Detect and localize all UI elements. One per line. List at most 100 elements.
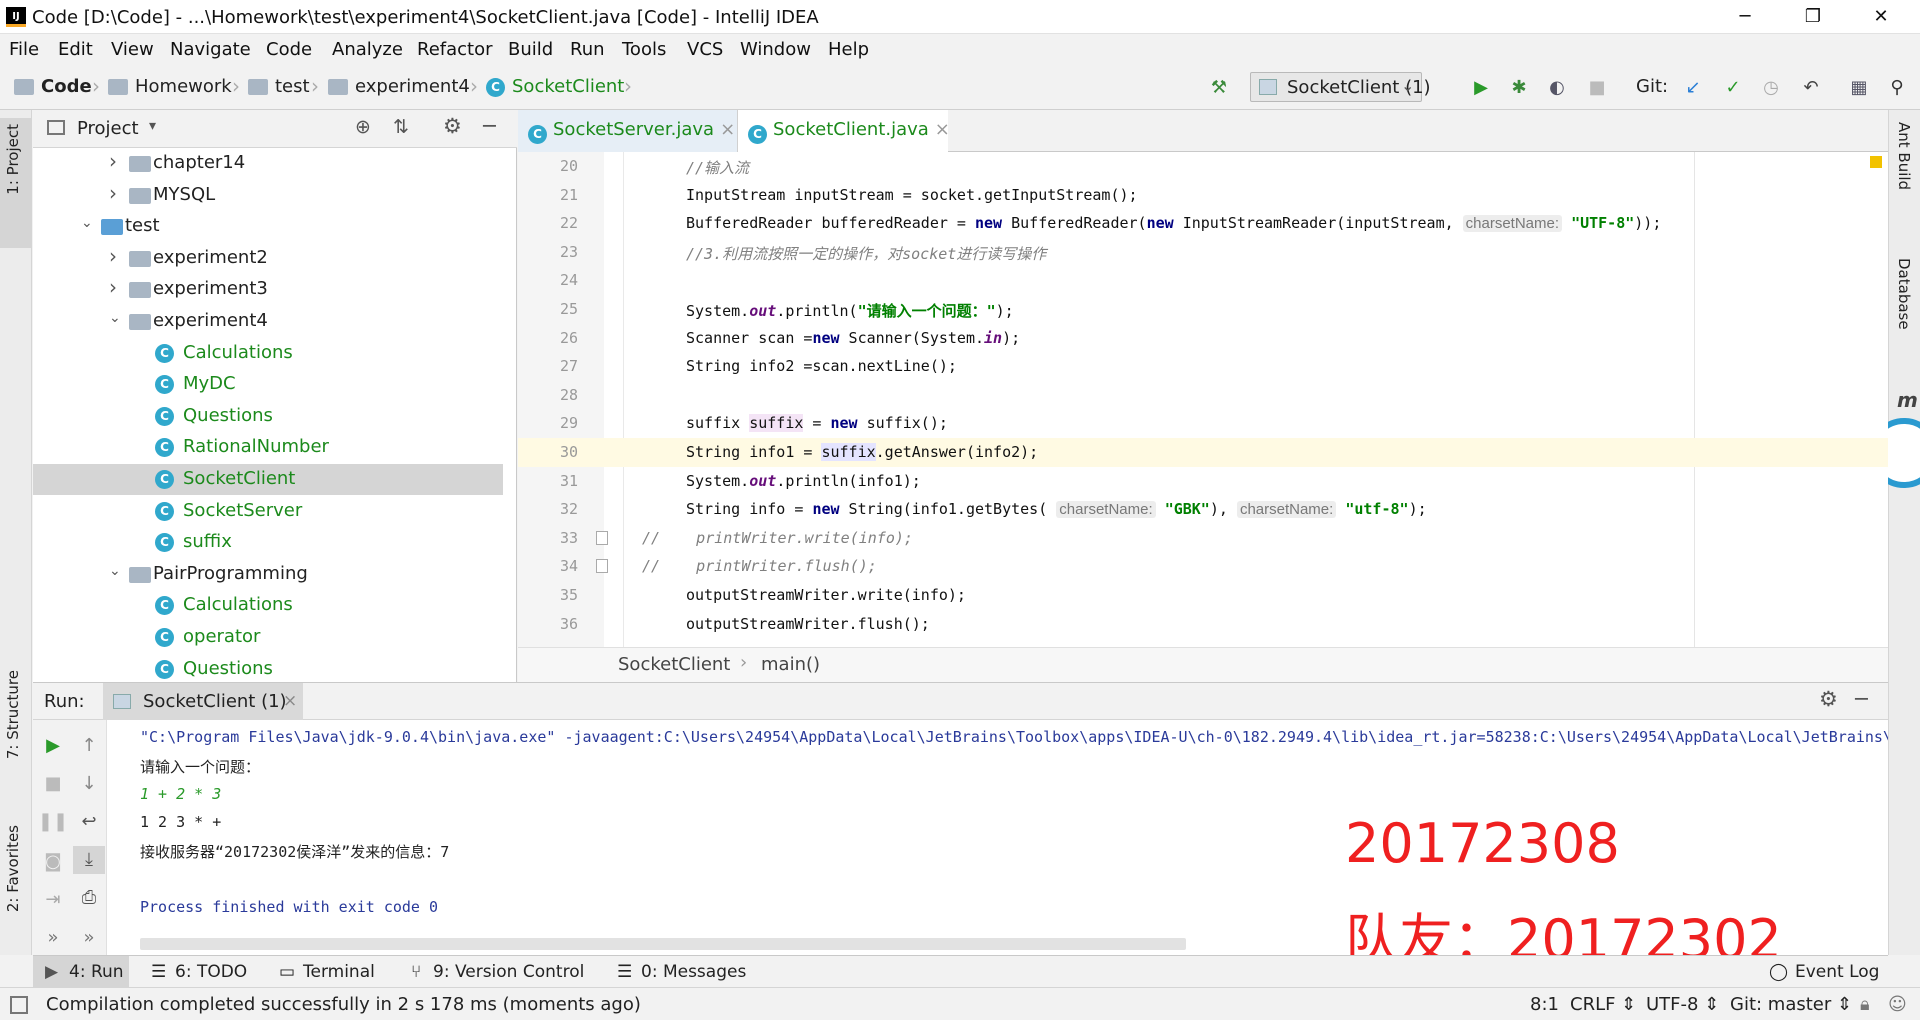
project-structure-icon[interactable]: ▦ — [1846, 75, 1872, 101]
tree-item[interactable]: Coperator — [33, 622, 503, 653]
debug-icon[interactable]: ✱ — [1506, 75, 1532, 101]
menu-refactor[interactable]: Refactor — [417, 39, 493, 60]
login-icon[interactable]: ⇥ — [37, 886, 69, 914]
menu-file[interactable]: File — [9, 39, 39, 60]
menu-navigate[interactable]: Navigate — [170, 39, 251, 60]
chevron-right-icon[interactable]: › — [109, 244, 117, 268]
git-branch[interactable]: Git: master ⇕ — [1730, 994, 1852, 1015]
stop-icon[interactable]: ■ — [37, 770, 69, 798]
breadcrumb-socketclient[interactable]: SocketClient — [512, 76, 624, 97]
print-icon[interactable]: ⎙ — [73, 884, 105, 912]
gear-icon[interactable]: ⚙ — [443, 114, 462, 138]
fold-marker-icon[interactable] — [596, 530, 608, 545]
close-icon[interactable]: × — [720, 119, 735, 140]
chevron-right-icon[interactable]: › — [109, 149, 117, 173]
hide-icon[interactable]: ─ — [483, 114, 496, 138]
toggle-tool-windows-icon[interactable] — [10, 996, 28, 1014]
gear-icon[interactable]: ⚙ — [1819, 687, 1838, 711]
tree-item[interactable]: C RationalNumber — [33, 432, 503, 463]
breadcrumb-experiment4[interactable]: experiment4 — [355, 76, 470, 97]
maven-tool-tab[interactable]: m — [1897, 388, 1918, 412]
build-hammer-icon[interactable]: ⚒ — [1206, 75, 1232, 101]
run-tab[interactable]: SocketClient (1) × — [103, 683, 303, 720]
menu-build[interactable]: Build — [508, 39, 553, 60]
tree-item[interactable]: › MYSQL — [33, 180, 503, 211]
scroll-down-icon[interactable]: ↓ — [73, 770, 105, 798]
breadcrumb-code[interactable]: Code — [41, 76, 92, 97]
revert-icon[interactable]: ↶ — [1798, 75, 1824, 101]
breadcrumb-homework[interactable]: Homework — [135, 76, 232, 97]
close-icon[interactable]: × — [283, 691, 297, 711]
search-icon[interactable]: ⚲ — [1884, 75, 1910, 101]
ant-build-tool-tab[interactable]: Ant Build — [1895, 122, 1913, 190]
chevron-right-icon[interactable]: › — [109, 275, 117, 299]
project-panel-title[interactable]: Project — [77, 118, 139, 139]
more-icon[interactable]: » — [37, 924, 69, 952]
run-tool-tab[interactable]: 4: Run — [69, 962, 124, 982]
fold-marker-icon[interactable] — [596, 559, 608, 574]
inspector-icon[interactable]: ☺ — [1888, 994, 1907, 1015]
tree-item[interactable]: ⌄ test — [33, 211, 503, 242]
menu-view[interactable]: View — [111, 39, 154, 60]
scroll-to-end-icon[interactable]: ⤓ — [73, 846, 105, 874]
console-output[interactable]: "C:\Program Files\Java\jdk-9.0.4\bin\jav… — [107, 720, 1888, 956]
favorites-tool-tab[interactable]: 2: Favorites — [4, 825, 22, 912]
menu-tools[interactable]: Tools — [622, 39, 666, 60]
code-editor[interactable]: 20 //输入流 21 InputStream inputStream = socke… — [518, 152, 1888, 647]
coverage-icon[interactable]: ◐ — [1544, 75, 1570, 101]
tree-item[interactable]: ⌄ PairProgramming — [33, 559, 503, 590]
hide-icon[interactable]: ─ — [1855, 687, 1868, 711]
menu-window[interactable]: Window — [740, 39, 811, 60]
tree-item[interactable]: C Calculations — [33, 590, 503, 621]
menu-code[interactable]: Code — [266, 39, 312, 60]
breadcrumb-method[interactable]: main() — [761, 654, 820, 675]
git-commit-icon[interactable]: ✓ — [1720, 75, 1746, 101]
chevron-down-icon[interactable]: ▾ — [149, 118, 156, 134]
minimize-button[interactable]: ─ — [1716, 0, 1774, 34]
terminal-tool-tab[interactable]: Terminal — [303, 962, 375, 982]
caret-position[interactable]: 8:1 — [1530, 994, 1559, 1015]
camera-icon[interactable]: ◙ — [37, 848, 69, 876]
tree-item[interactable]: C Questions — [33, 401, 503, 432]
tree-item[interactable]: › experiment3 — [33, 274, 503, 305]
tree-item[interactable]: C Questions — [33, 654, 503, 682]
todo-tool-tab[interactable]: 6: TODO — [175, 962, 247, 982]
close-icon[interactable]: × — [935, 119, 950, 140]
restore-button[interactable]: ❐ — [1784, 0, 1842, 34]
locate-icon[interactable]: ⊕ — [355, 116, 371, 138]
structure-tool-tab[interactable]: 7: Structure — [4, 670, 22, 759]
more-icon[interactable]: » — [73, 924, 105, 952]
tree-item[interactable]: › chapter14 — [33, 148, 503, 179]
git-update-icon[interactable]: ↙ — [1680, 75, 1706, 101]
chevron-down-icon[interactable]: ⌄ — [109, 310, 121, 326]
chevron-right-icon[interactable]: › — [109, 181, 117, 205]
tree-item[interactable]: Csuffix — [33, 527, 503, 558]
menu-run[interactable]: Run — [570, 39, 605, 60]
project-tool-tab[interactable]: 1: Project — [4, 124, 22, 195]
lock-icon[interactable]: 🔒︎ — [1860, 994, 1870, 1015]
line-separator[interactable]: CRLF ⇕ — [1570, 994, 1636, 1015]
menu-vcs[interactable]: VCS — [687, 39, 723, 60]
pause-icon[interactable]: ❚❚ — [37, 808, 69, 836]
tree-item[interactable]: ⌄ experiment4 — [33, 306, 503, 337]
file-encoding[interactable]: UTF-8 ⇕ — [1646, 994, 1719, 1015]
tree-item[interactable]: C MyDC — [33, 369, 503, 400]
rerun-icon[interactable]: ▶ — [37, 732, 69, 760]
tab-socketclient[interactable]: C SocketClient.java × — [738, 110, 950, 152]
run-icon[interactable]: ▶ — [1468, 75, 1494, 101]
tree-item[interactable]: C SocketClient — [33, 464, 503, 495]
close-button[interactable]: ✕ — [1852, 0, 1910, 34]
event-log-tab[interactable]: Event Log — [1795, 962, 1879, 982]
collapse-all-icon[interactable]: ⇅ — [393, 116, 409, 138]
version-control-tool-tab[interactable]: 9: Version Control — [433, 962, 584, 982]
scroll-up-icon[interactable]: ↑ — [73, 732, 105, 760]
chevron-down-icon[interactable]: ⌄ — [81, 215, 93, 231]
soft-wrap-icon[interactable]: ↩ — [73, 808, 105, 836]
console-scrollbar[interactable] — [140, 938, 1186, 950]
breadcrumb-class[interactable]: SocketClient — [618, 654, 730, 675]
messages-tool-tab[interactable]: 0: Messages — [641, 962, 746, 982]
menu-help[interactable]: Help — [828, 39, 869, 60]
stop-icon[interactable]: ■ — [1584, 75, 1610, 101]
chevron-down-icon[interactable]: ⌄ — [109, 563, 121, 579]
tree-item[interactable]: C SocketServer — [33, 496, 503, 527]
